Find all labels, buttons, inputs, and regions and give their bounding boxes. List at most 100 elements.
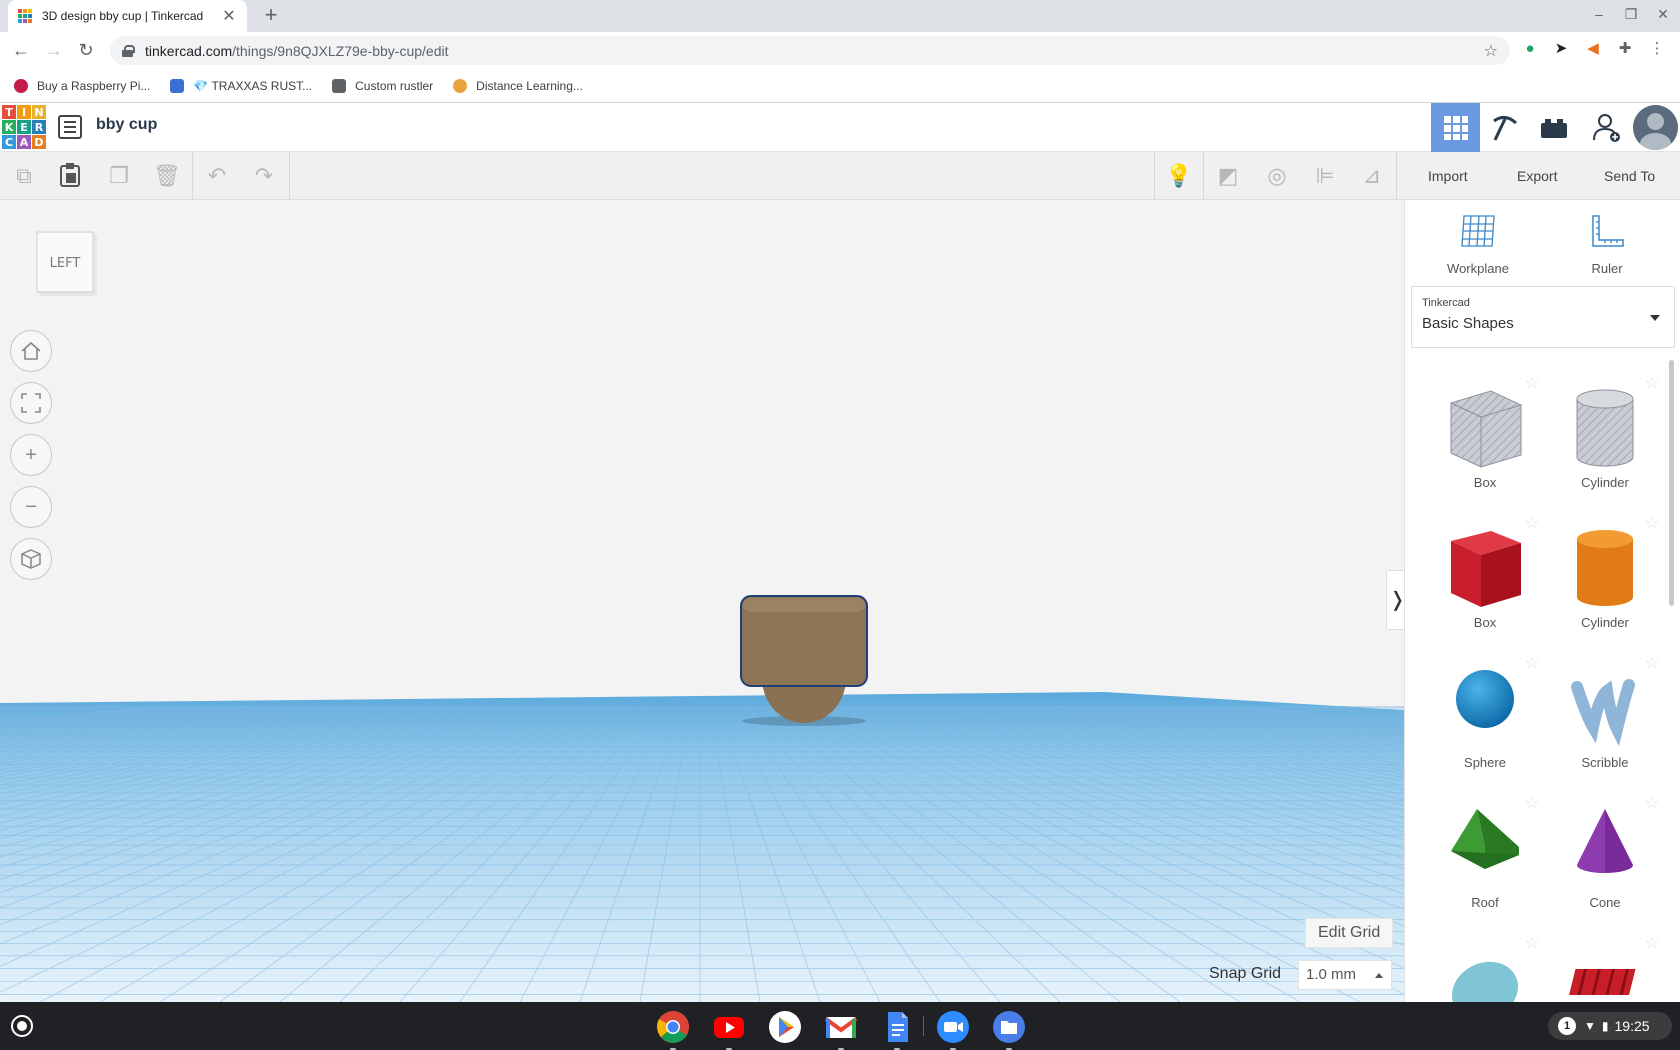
- shape-cylinder[interactable]: ☆ Cylinder: [1545, 505, 1665, 635]
- blocks-view-button[interactable]: [1480, 103, 1529, 152]
- bricks-view-button[interactable]: [1529, 103, 1578, 152]
- shape-roof[interactable]: ☆ Roof: [1425, 785, 1545, 915]
- play-store-app-icon[interactable]: [768, 1010, 802, 1044]
- folder-icon: [332, 78, 347, 93]
- shape-box[interactable]: ☆ Box: [1425, 505, 1545, 635]
- favorite-star-icon[interactable]: ☆: [1645, 793, 1659, 813]
- undo-icon[interactable]: ↶: [203, 162, 231, 190]
- box-hole-icon: [1449, 390, 1523, 468]
- cube-icon: [21, 549, 41, 569]
- edit-toolbar: ⧉ ❐ 🗑 ↶ ↷ 💡 ◩ ◎ ⊫ ⊿ Import Export Send T…: [0, 152, 1680, 200]
- favorite-star-icon[interactable]: ☆: [1645, 513, 1659, 533]
- window-close-icon[interactable]: ✕: [1653, 6, 1673, 23]
- roof-icon: [1451, 809, 1519, 869]
- align-icon[interactable]: ⊫: [1311, 162, 1339, 190]
- group-icon[interactable]: ◩: [1214, 162, 1242, 190]
- browser-menu-icon[interactable]: ⋮: [1648, 40, 1666, 58]
- ungroup-icon[interactable]: ◎: [1263, 162, 1291, 190]
- panel-collapse-button[interactable]: ❭: [1386, 570, 1404, 630]
- megaphone-extension-icon[interactable]: ◀: [1584, 40, 1602, 58]
- shape-round-roof[interactable]: ☆: [1425, 925, 1545, 1002]
- bookmark-item[interactable]: Custom rustler: [332, 78, 434, 93]
- reload-button[interactable]: ↻: [75, 40, 97, 62]
- shape-sphere[interactable]: ☆ Sphere: [1425, 645, 1545, 775]
- restore-icon[interactable]: ❐: [1621, 6, 1641, 23]
- favorite-star-icon[interactable]: ☆: [1525, 653, 1539, 673]
- bookmark-item[interactable]: 💎 TRAXXAS RUST...: [170, 78, 312, 93]
- home-view-button[interactable]: [10, 330, 52, 372]
- design-name[interactable]: bby cup: [96, 116, 157, 134]
- zoom-out-button[interactable]: −: [10, 486, 52, 528]
- ruler-button[interactable]: Ruler: [1552, 212, 1662, 276]
- grammarly-extension-icon[interactable]: ●: [1521, 40, 1539, 58]
- chrome-app-icon[interactable]: [656, 1010, 690, 1050]
- favorite-star-icon[interactable]: ☆: [1525, 373, 1539, 393]
- view-cube[interactable]: LEFT: [35, 230, 97, 298]
- bookmark-label: Custom rustler: [355, 78, 434, 93]
- favorite-star-icon[interactable]: ☆: [1645, 373, 1659, 393]
- status-tray[interactable]: 1 ▼ ▮ 19:25: [1548, 1012, 1672, 1040]
- tab-close-icon[interactable]: ✕: [221, 6, 237, 26]
- tinkercad-logo[interactable]: T I N K E R C A D: [2, 105, 46, 149]
- favorite-star-icon[interactable]: ☆: [1525, 933, 1539, 953]
- 3d-workspace[interactable]: LEFT + − ❭ Edit Grid Snap Grid 1.0 mm: [0, 200, 1404, 1002]
- import-button[interactable]: Import: [1414, 162, 1482, 190]
- export-button[interactable]: Export: [1503, 162, 1572, 190]
- zoom-app-icon[interactable]: [936, 1010, 970, 1050]
- fit-view-button[interactable]: [10, 382, 52, 424]
- scribble-icon: [1571, 679, 1635, 747]
- shape-cone[interactable]: ☆ Cone: [1545, 785, 1665, 915]
- new-tab-button[interactable]: +: [259, 4, 283, 28]
- address-bar[interactable]: tinkercad.com/things/9n8QJXLZ79e-bby-cup…: [110, 36, 1510, 65]
- minimize-icon[interactable]: –: [1589, 6, 1609, 22]
- edit-grid-button[interactable]: Edit Grid: [1305, 918, 1394, 948]
- favorite-star-icon[interactable]: ☆: [1525, 793, 1539, 813]
- files-app-icon[interactable]: [992, 1010, 1026, 1050]
- cup-object[interactable]: [735, 593, 875, 728]
- duplicate-icon[interactable]: ❐: [105, 162, 133, 190]
- shopping-bag-icon: [170, 78, 185, 93]
- shape-cylinder-hole[interactable]: ☆ Cylinder: [1545, 365, 1665, 495]
- bookmark-item[interactable]: Distance Learning...: [453, 78, 583, 93]
- copy-icon[interactable]: ⧉: [10, 162, 38, 190]
- invite-user-button[interactable]: [1582, 103, 1631, 152]
- panel-scrollbar[interactable]: [1669, 360, 1674, 606]
- brick-icon: [1540, 118, 1567, 138]
- shape-box-hole[interactable]: ☆ Box: [1425, 365, 1545, 495]
- favorite-star-icon[interactable]: ☆: [1645, 933, 1659, 953]
- gmail-app-icon[interactable]: [824, 1010, 858, 1050]
- shape-text[interactable]: ☆: [1545, 925, 1665, 1002]
- snap-grid-select[interactable]: 1.0 mm: [1298, 960, 1392, 990]
- notification-badge: 1: [1558, 1017, 1576, 1035]
- workplane-grid[interactable]: [0, 200, 1404, 1002]
- launcher-button[interactable]: [11, 1015, 33, 1037]
- bookmark-star-icon[interactable]: ☆: [1484, 41, 1498, 61]
- delete-icon[interactable]: 🗑: [153, 162, 181, 190]
- favorite-star-icon[interactable]: ☆: [1525, 513, 1539, 533]
- docs-app-icon[interactable]: [880, 1010, 914, 1050]
- design-list-icon[interactable]: [58, 115, 82, 139]
- redo-icon[interactable]: ↷: [250, 162, 278, 190]
- mirror-icon[interactable]: ⊿: [1358, 162, 1386, 190]
- shape-scribble[interactable]: ☆ Scribble: [1545, 645, 1665, 775]
- user-avatar[interactable]: [1633, 105, 1678, 150]
- browser-tab[interactable]: 3D design bby cup | Tinkercad ✕: [8, 0, 247, 32]
- cursor-extension-icon[interactable]: ➤: [1552, 40, 1570, 58]
- shape-library-select[interactable]: Tinkercad Basic Shapes: [1411, 286, 1675, 348]
- favorite-star-icon[interactable]: ☆: [1645, 653, 1659, 673]
- extensions-puzzle-icon[interactable]: ✚: [1616, 40, 1634, 58]
- 3d-design-view-button[interactable]: [1431, 103, 1480, 152]
- zoom-in-button[interactable]: +: [10, 434, 52, 476]
- back-button[interactable]: ←: [10, 40, 32, 62]
- forward-button[interactable]: →: [43, 40, 65, 62]
- paste-icon[interactable]: [56, 162, 84, 190]
- bookmark-item[interactable]: Buy a Raspberry Pi...: [14, 78, 150, 93]
- raspberry-pi-icon: [14, 78, 28, 93]
- youtube-app-icon[interactable]: [712, 1010, 746, 1050]
- send-to-button[interactable]: Send To: [1590, 162, 1670, 190]
- workplane-button[interactable]: Workplane: [1423, 212, 1533, 276]
- perspective-button[interactable]: [10, 538, 52, 580]
- lightbulb-icon[interactable]: 💡: [1165, 162, 1193, 190]
- shape-label: Sphere: [1464, 755, 1506, 770]
- dropdown-caret-icon: [1650, 315, 1660, 321]
